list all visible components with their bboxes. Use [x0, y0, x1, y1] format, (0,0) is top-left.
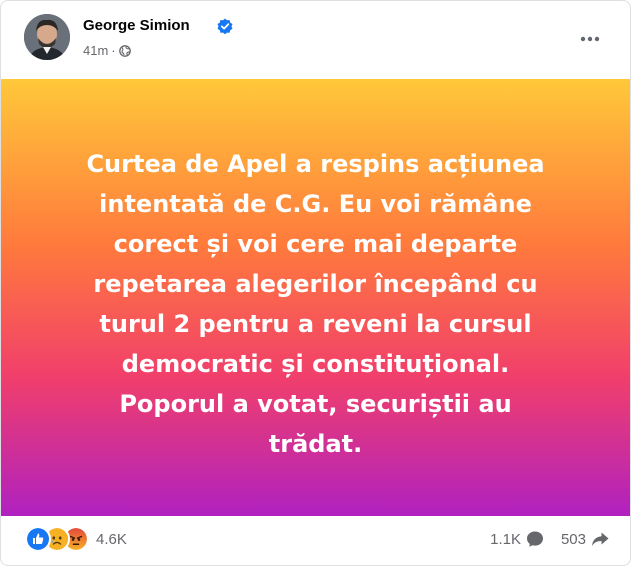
- post-text: Curtea de Apel a respins acțiunea intent…: [86, 149, 545, 458]
- comments-stat[interactable]: 1.1K: [490, 529, 545, 549]
- verified-badge-icon: [217, 18, 233, 34]
- more-options-icon: [580, 36, 600, 42]
- reactions-summary[interactable]: 4.6K: [25, 526, 127, 552]
- reaction-count: 4.6K: [96, 530, 127, 548]
- comment-icon: [526, 531, 543, 547]
- shares-stat[interactable]: 503: [561, 529, 610, 549]
- share-count: 503: [560, 530, 586, 548]
- post-header: George Simion 41m ·: [1, 1, 630, 79]
- post-footer: 4.6K 1.1K 503: [1, 516, 630, 565]
- globe-icon[interactable]: [118, 45, 131, 57]
- post-time[interactable]: 41m: [83, 43, 108, 58]
- comment-count: 1.1K: [490, 530, 521, 548]
- share-icon: [592, 532, 609, 546]
- avatar-image: [24, 14, 70, 60]
- post-card: George Simion 41m · Curtea de Apel a resp…: [0, 0, 631, 566]
- post-meta: 41m ·: [83, 43, 131, 58]
- like-reaction-icon: [25, 526, 51, 552]
- engagement-stats: 1.1K 503: [490, 527, 610, 551]
- more-options-button[interactable]: [572, 21, 608, 57]
- text-background-post: Curtea de Apel a respins acțiunea intent…: [1, 79, 630, 516]
- meta-separator: ·: [111, 43, 116, 58]
- author-name[interactable]: George Simion: [83, 17, 190, 34]
- avatar[interactable]: [24, 14, 70, 60]
